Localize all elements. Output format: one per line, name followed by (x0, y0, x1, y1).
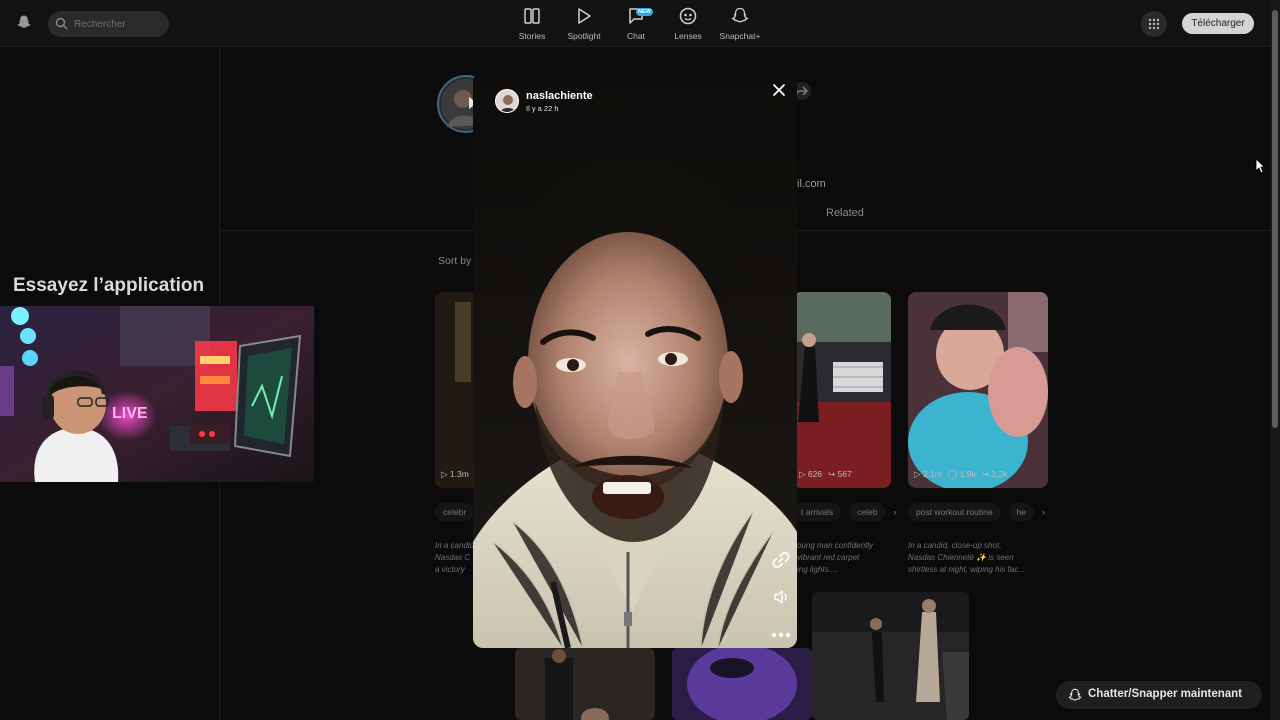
tag-chip[interactable]: celebr (435, 503, 475, 521)
promo-title: Essayez l’application (13, 275, 205, 296)
tag-chip[interactable]: post workout routine (908, 503, 1001, 521)
story-video-frame (473, 72, 797, 648)
snapchat-ghost-icon (1068, 688, 1082, 701)
new-badge: NEW (636, 8, 653, 16)
card-description: In a candid Nasdas C a victory (435, 541, 475, 574)
spotlight-card[interactable] (812, 592, 969, 720)
speaker-icon (774, 590, 787, 604)
snapchat-ghost-icon[interactable] (16, 14, 32, 30)
card-thumbnail (908, 292, 1048, 488)
views-count: ▷ 2.1m (914, 469, 942, 479)
mute-toggle[interactable] (773, 589, 791, 610)
story-author-avatar[interactable] (495, 89, 519, 113)
spotlight-card[interactable] (515, 648, 655, 720)
tag-chip[interactable]: he (1008, 503, 1035, 521)
views-count: ▷ 1.3m (441, 469, 469, 479)
more-options-button[interactable] (771, 625, 791, 643)
card-stats: ▷ 1.3m (441, 469, 469, 480)
tag-chips-left: celebr (435, 503, 475, 521)
chevron-right-icon[interactable]: › (1042, 507, 1045, 517)
views-count: ▷ 626 (799, 469, 823, 479)
scrollbar-thumb[interactable] (1272, 10, 1278, 428)
more-dots-icon (771, 632, 791, 638)
svg-text:LIVE: LIVE (112, 405, 148, 422)
card-stats: ▷ 2.1m ◯ 1.9k ↪ 3.2k (914, 469, 1007, 480)
tag-chip[interactable]: t arrivals (793, 503, 842, 521)
webcam-overlay: LIVE (0, 306, 314, 482)
nav-stories[interactable]: Stories (506, 6, 558, 46)
nav-lenses[interactable]: Lenses (662, 6, 714, 46)
page-scrollbar[interactable] (1270, 0, 1280, 720)
card-stats: ▷ 626 ↪ 567 (799, 469, 852, 480)
story-timestamp: Il y a 22 h (526, 104, 559, 113)
apps-grid-button[interactable] (1141, 11, 1167, 37)
grid-icon (1148, 18, 1160, 30)
nav-chat[interactable]: NEW Chat (610, 6, 662, 46)
close-button[interactable] (769, 80, 789, 100)
card-thumbnail (672, 648, 812, 720)
sort-by-label[interactable]: Sort by (438, 255, 471, 267)
card-thumbnail (793, 292, 891, 488)
nav-snapchat-plus[interactable]: Snapchat+ (714, 6, 766, 46)
comments-count: ◯ 1.9k (947, 469, 976, 479)
search-icon (55, 17, 68, 30)
card-thumbnail (515, 648, 655, 720)
profile-email[interactable]: il.com (797, 178, 826, 190)
shares-count: ↪ 3.2k (981, 469, 1008, 479)
spotlight-card[interactable]: ▷ 626 ↪ 567 (793, 292, 891, 488)
main-nav: Stories Spotlight NEW Chat Lenses Snapch… (506, 6, 766, 46)
link-icon (772, 551, 790, 569)
chevron-right-icon[interactable]: › (893, 507, 896, 517)
nav-chat-label: Chat (627, 31, 645, 41)
copy-link-button[interactable] (771, 550, 791, 575)
story-viewer[interactable]: naslachiente Il y a 22 h (473, 72, 797, 648)
chat-now-button[interactable]: Chatter/Snapper maintenant (1056, 681, 1262, 709)
mouse-cursor-icon (1255, 158, 1265, 174)
chat-now-label: Chatter/Snapper maintenant (1088, 688, 1242, 700)
spotlight-card[interactable]: ▷ 2.1m ◯ 1.9k ↪ 3.2k (908, 292, 1048, 488)
search-input[interactable] (74, 15, 162, 33)
snapchat-plus-icon (731, 7, 749, 23)
card-description: In a candid, close-up shot, Nasdas Chien… (908, 541, 1025, 574)
nav-snapchat-plus-label: Snapchat+ (719, 31, 761, 41)
nav-stories-label: Stories (518, 31, 546, 41)
top-bar: Stories Spotlight NEW Chat Lenses (0, 0, 1270, 47)
card-description: oung man confidently vibrant red carpet … (797, 541, 874, 574)
nav-lenses-label: Lenses (674, 31, 702, 41)
download-button[interactable]: Télécharger (1182, 13, 1254, 34)
shares-count: ↪ 567 (828, 469, 852, 479)
search-box[interactable] (48, 11, 169, 37)
card-thumbnail (812, 592, 969, 720)
webcam-scene-image: LIVE (0, 306, 314, 482)
tab-related[interactable]: Related (826, 207, 864, 219)
spotlight-card[interactable] (672, 648, 812, 720)
spotlight-play-icon (578, 8, 591, 24)
story-username[interactable]: naslachiente (526, 90, 593, 102)
tag-chips-middle: t arrivals celeb › (793, 503, 896, 521)
tag-chips-right: post workout routine he › (908, 503, 1045, 521)
nav-spotlight-label: Spotlight (567, 31, 601, 41)
stories-icon (524, 8, 540, 24)
close-icon (773, 84, 785, 96)
tag-chip[interactable]: celeb (849, 503, 886, 521)
lenses-icon (679, 7, 697, 25)
nav-spotlight[interactable]: Spotlight (558, 6, 610, 46)
